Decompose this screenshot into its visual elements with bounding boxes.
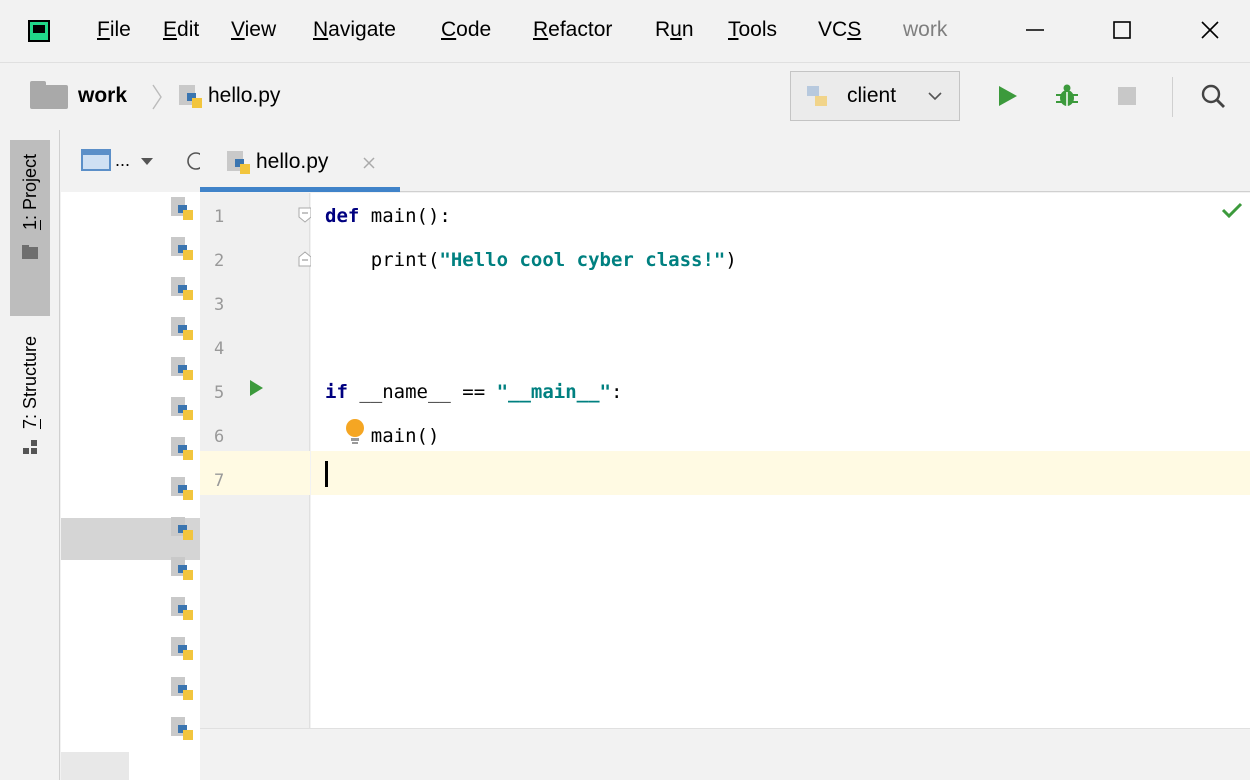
fold-icon[interactable] [298,207,312,223]
menu-refactor[interactable]: Refactor [533,18,612,42]
python-file-icon [171,477,193,500]
lightbulb-icon[interactable] [343,417,367,447]
fold-end-icon[interactable] [298,251,312,267]
horizontal-scrollbar[interactable] [61,752,129,780]
folder-icon [22,245,38,260]
minimize-icon [1026,29,1044,31]
structure-tab-label: 7: Structure [19,336,40,430]
close-tab-icon[interactable] [362,156,376,170]
menu-navigate[interactable]: Navigate [313,18,396,42]
editor-gutter: 1 2 3 4 5 6 7 [200,193,312,728]
search-icon [1201,84,1225,108]
chevron-down-icon [928,92,942,101]
maximize-icon [1113,21,1131,39]
menu-bar: File Edit View Navigate Code Refactor Ru… [0,0,1250,60]
pycharm-logo-icon [28,20,50,42]
python-file-icon [227,151,250,174]
python-file-icon [171,437,193,460]
run-icon [999,86,1017,106]
project-panel-header: ... [61,130,200,192]
python-file-icon [171,557,193,580]
navigation-bar: work hello.py client [0,62,1250,131]
python-logo-icon [807,86,827,106]
code-line-2: print("Hello cool cyber class!") [325,249,737,271]
tab-label: hello.py [256,150,329,173]
run-configuration-selector[interactable]: client [790,71,960,121]
tab-structure[interactable]: 7: Structure [10,330,50,500]
stop-button[interactable] [1106,75,1148,117]
python-file-icon [171,277,193,300]
line-number: 6 [214,427,225,447]
current-line-highlight [311,451,1250,495]
maximize-button[interactable] [1092,6,1152,54]
line-number: 3 [214,295,225,315]
line-number: 5 [214,383,225,403]
python-file-icon [171,397,193,420]
project-tab-label: 1: Project [19,154,40,231]
python-file-icon [171,677,193,700]
project-panel: ... [61,130,200,780]
run-config-label: client [847,84,897,107]
menu-tools[interactable]: Tools [728,18,777,42]
tool-window-strip: 1: Project 7: Structure [0,130,60,780]
line-number: 4 [214,339,225,359]
line-number: 1 [214,207,225,227]
run-button[interactable] [986,75,1028,117]
breadcrumb-separator-icon [152,84,162,110]
close-icon [1201,21,1219,39]
project-tree [61,192,200,752]
run-gutter-icon[interactable] [248,379,264,397]
structure-icon [23,440,37,455]
text-caret [325,461,328,487]
tab-project[interactable]: 1: Project [10,140,50,316]
menu-file[interactable]: File [97,18,131,42]
project-view-icon[interactable] [81,148,111,172]
folder-icon [30,81,68,109]
tab-hello-py[interactable]: hello.py [200,130,400,192]
code-line-1: def main(): [325,205,451,227]
search-everywhere-button[interactable] [1192,75,1234,117]
menu-edit[interactable]: Edit [163,18,199,42]
menu-code[interactable]: Code [441,18,491,42]
python-file-icon [171,197,193,220]
python-file-icon [171,237,193,260]
close-button[interactable] [1180,6,1240,54]
python-file-icon [179,85,202,108]
debug-button[interactable] [1046,75,1088,117]
line-number: 7 [214,471,225,491]
toolbar-separator [1172,77,1173,117]
python-file-icon [171,717,193,740]
breadcrumb-file[interactable]: hello.py [208,84,280,108]
menu-view[interactable]: View [231,18,276,42]
inspection-ok-checkmark-icon[interactable] [1221,201,1243,219]
project-view-selector[interactable]: ... [115,150,130,171]
editor-tab-bar: hello.py [200,130,1250,192]
stop-icon [1118,87,1136,105]
menu-run[interactable]: Run [655,18,694,42]
bug-icon [1056,84,1078,106]
locate-icon[interactable] [185,150,200,172]
minimize-button[interactable] [1005,6,1065,54]
code-editor[interactable]: def main(): print("Hello cool cyber clas… [311,193,1250,728]
python-file-icon [171,597,193,620]
python-file-icon [171,317,193,340]
dropdown-arrow-icon [141,158,153,165]
editor-bottom-bar [200,728,1250,780]
window-title: work [903,18,948,41]
menu-vcs[interactable]: VCS [818,18,861,42]
active-tab-indicator [200,187,400,192]
python-file-icon [171,517,193,540]
breadcrumb-project[interactable]: work [78,84,127,108]
code-line-5: if __name__ == "__main__": [325,381,623,403]
python-file-icon [171,637,193,660]
line-number: 2 [214,251,225,271]
python-file-icon [171,357,193,380]
